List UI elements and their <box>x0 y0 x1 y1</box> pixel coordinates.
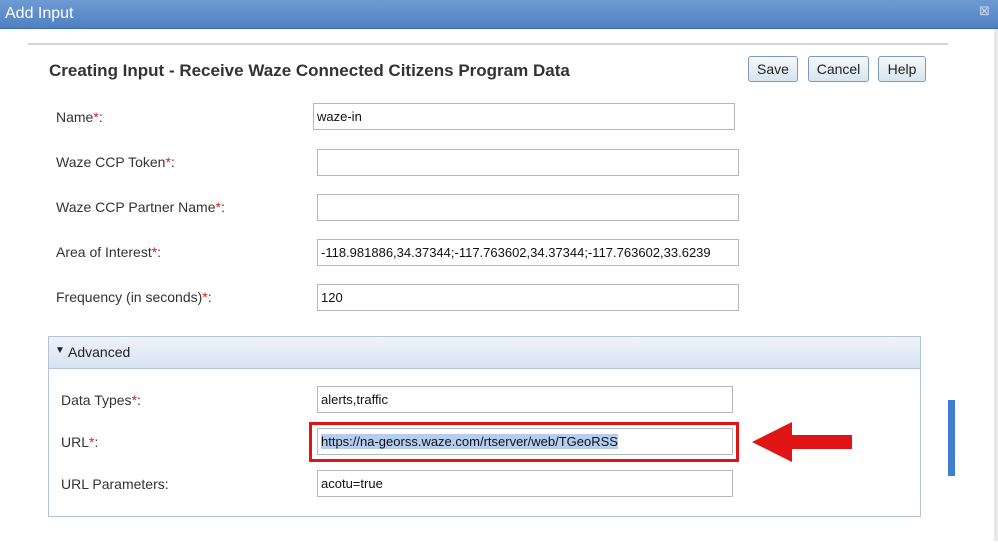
annotation-arrow <box>752 422 852 462</box>
help-button[interactable]: Help <box>878 56 926 82</box>
advanced-toggle[interactable]: ▼ Advanced <box>49 337 920 369</box>
side-panel-tab[interactable] <box>948 400 955 476</box>
url-highlight-box <box>309 422 739 462</box>
url-params-label: URL Parameters: <box>61 476 169 492</box>
required-marker: * <box>89 434 95 450</box>
partner-label-text: Waze CCP Partner Name <box>56 199 216 215</box>
data-types-label: Data Types*: <box>61 392 141 408</box>
name-field[interactable] <box>313 103 735 130</box>
required-marker: * <box>93 109 99 125</box>
required-marker: * <box>151 244 158 260</box>
token-field[interactable] <box>317 149 739 176</box>
required-marker: * <box>165 154 171 170</box>
token-label-text: Waze CCP Token <box>56 154 166 170</box>
aoi-label: Area of Interest*: <box>56 244 162 260</box>
advanced-header-label: Advanced <box>68 344 131 360</box>
arrow-left-icon <box>752 422 852 462</box>
url-label: URL*: <box>61 434 99 450</box>
page-title: Creating Input - Receive Waze Connected … <box>49 61 570 80</box>
cancel-button[interactable]: Cancel <box>808 56 869 82</box>
close-icon[interactable]: ⊠ <box>979 3 990 19</box>
aoi-label-text: Area of Interest <box>56 244 152 260</box>
required-marker: * <box>202 289 208 305</box>
window-title: Add Input <box>5 5 74 22</box>
name-label-text: Name <box>56 109 94 125</box>
url-label-text: URL <box>61 434 90 450</box>
scrollbar[interactable] <box>994 29 998 541</box>
name-label: Name*: <box>56 109 103 125</box>
url-params-field[interactable] <box>317 470 733 497</box>
url-params-label-text: URL Parameters <box>61 476 165 492</box>
data-types-label-text: Data Types <box>61 392 132 408</box>
partner-field[interactable] <box>317 194 739 221</box>
token-label: Waze CCP Token*: <box>56 154 175 170</box>
frequency-label: Frequency (in seconds)*: <box>56 289 212 305</box>
frequency-field[interactable] <box>317 284 739 311</box>
partner-label: Waze CCP Partner Name*: <box>56 199 225 215</box>
caret-down-icon: ▼ <box>55 345 65 356</box>
data-types-field[interactable] <box>317 386 733 413</box>
frequency-label-text: Frequency (in seconds) <box>56 289 203 305</box>
window-titlebar: Add Input ⊠ <box>0 0 998 29</box>
save-button[interactable]: Save <box>748 56 798 82</box>
aoi-field[interactable] <box>317 239 739 266</box>
required-marker: * <box>215 199 221 215</box>
required-marker: * <box>131 392 138 408</box>
